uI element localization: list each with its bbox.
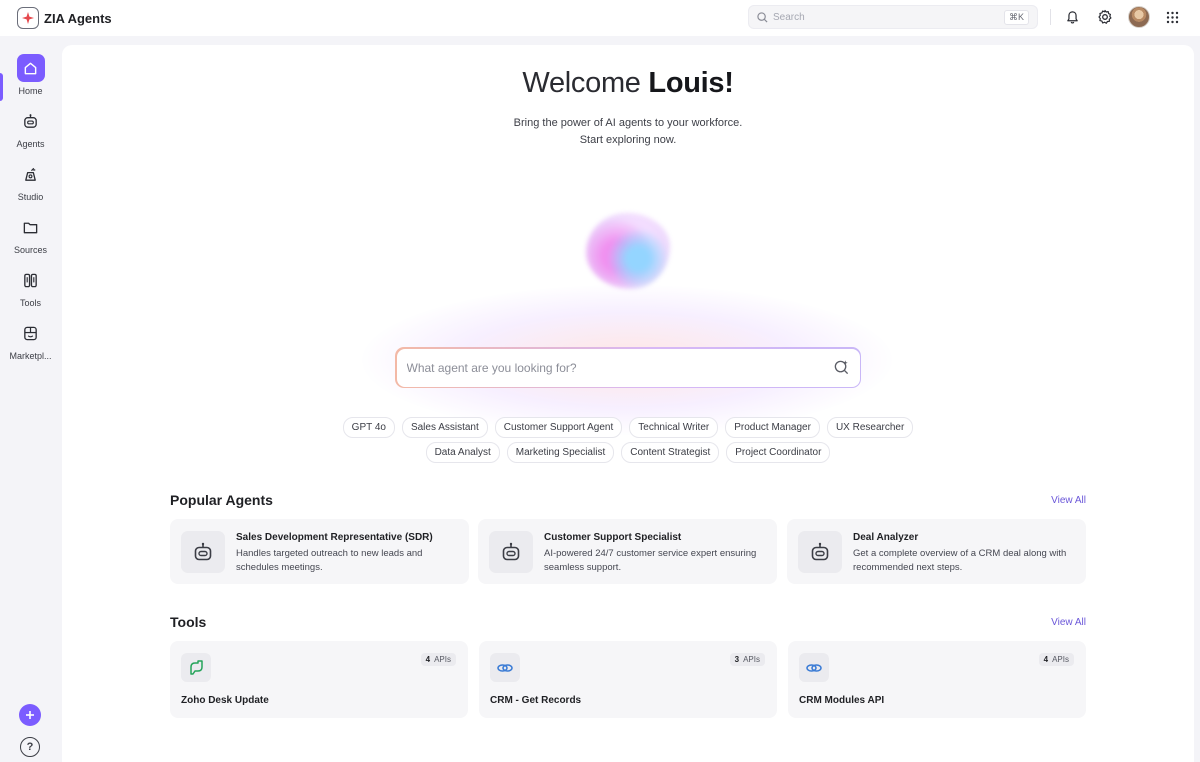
- api-count-badge: 4 APIs: [420, 653, 456, 666]
- suggestion-chip[interactable]: Technical Writer: [629, 417, 719, 438]
- user-avatar[interactable]: [1128, 6, 1150, 28]
- api-count-badge: 4 APIs: [1038, 653, 1074, 666]
- sidebar-item-label: Tools: [19, 298, 41, 308]
- agent-card-title: Customer Support Specialist: [544, 532, 682, 543]
- sidebar-item-label: Marketpl...: [9, 351, 52, 361]
- search-input[interactable]: [773, 11, 1004, 23]
- app-grid-icon[interactable]: [1163, 8, 1181, 26]
- popular-agents-view-all-link[interactable]: View All: [1051, 495, 1086, 506]
- tool-card-zoho-desk-update[interactable]: 4 APIs Zoho Desk Update: [170, 641, 468, 718]
- agent-search-input[interactable]: [406, 360, 833, 375]
- tool-card-crm-modules-api[interactable]: 4 APIs CRM Modules API: [788, 641, 1086, 718]
- agent-card-description: AI-powered 24/7 customer service expert …: [544, 548, 757, 573]
- welcome-prefix: Welcome: [522, 67, 641, 99]
- api-count-badge: 3 APIs: [729, 653, 765, 666]
- agent-card-description: Get a complete overview of a CRM deal al…: [853, 548, 1067, 573]
- api-label: APIs: [1052, 655, 1069, 664]
- agent-card-customer-support[interactable]: Customer Support Specialist AI-powered 2…: [478, 519, 777, 584]
- ai-search-icon[interactable]: [833, 359, 850, 376]
- page-title: Welcome Louis!: [62, 67, 1194, 100]
- suggestion-chip[interactable]: GPT 4o: [342, 417, 395, 438]
- sidebar-item-marketplace[interactable]: Marketpl...: [0, 319, 61, 369]
- tools-view-all-link[interactable]: View All: [1051, 617, 1086, 628]
- home-icon: [16, 54, 45, 82]
- robot-icon: [489, 531, 533, 573]
- api-label: APIs: [743, 655, 760, 664]
- agent-search-box[interactable]: [395, 347, 861, 388]
- agent-card-title: Deal Analyzer: [853, 532, 919, 543]
- suggestion-chip[interactable]: Product Manager: [725, 417, 820, 438]
- suggestion-chip[interactable]: Project Coordinator: [726, 442, 831, 463]
- popular-agents-title: Popular Agents: [170, 492, 273, 508]
- global-search[interactable]: ⌘K: [748, 5, 1038, 29]
- tools-icon: [17, 266, 45, 294]
- main-panel: Welcome Louis! Bring the power of AI age…: [62, 45, 1194, 762]
- help-icon[interactable]: ?: [20, 737, 40, 757]
- sidebar-item-label: Home: [18, 86, 43, 96]
- create-plus-button[interactable]: [19, 704, 41, 726]
- api-count: 4: [425, 655, 431, 664]
- page-subtitle: Bring the power of AI agents to your wor…: [62, 115, 1194, 149]
- sidebar: Home Agents Studio Sources Tools Marketp…: [0, 36, 61, 762]
- tool-card-title: Zoho Desk Update: [181, 695, 269, 706]
- sidebar-item-label: Agents: [16, 139, 45, 149]
- agent-card-title: Sales Development Representative (SDR): [236, 532, 433, 543]
- plus-icon: [26, 711, 34, 719]
- sidebar-item-label: Studio: [17, 192, 44, 202]
- top-bar: ZIA Agents ⌘K: [0, 0, 1200, 36]
- api-count: 4: [1043, 655, 1049, 664]
- notifications-bell-icon[interactable]: [1063, 8, 1081, 26]
- suggestion-chip[interactable]: Sales Assistant: [401, 417, 488, 438]
- tool-card-crm-get-records[interactable]: 3 APIs CRM - Get Records: [479, 641, 777, 718]
- zoho-desk-icon: [181, 653, 211, 682]
- api-label: APIs: [434, 655, 451, 664]
- crm-link-icon: [490, 653, 520, 682]
- tool-card-title: CRM - Get Records: [490, 695, 582, 706]
- suggestion-chip[interactable]: Customer Support Agent: [494, 417, 623, 438]
- studio-icon: [17, 160, 45, 188]
- robot-icon: [17, 107, 45, 135]
- ai-orb-graphic: [586, 213, 670, 289]
- search-icon: [757, 11, 768, 23]
- tool-card-title: CRM Modules API: [799, 695, 885, 706]
- sidebar-item-tools[interactable]: Tools: [0, 266, 61, 316]
- marketplace-icon: [17, 319, 45, 347]
- folder-icon: [17, 213, 45, 241]
- agent-card-sdr[interactable]: Sales Development Representative (SDR) H…: [170, 519, 469, 584]
- sidebar-item-agents[interactable]: Agents: [0, 107, 61, 157]
- search-shortcut: ⌘K: [1003, 9, 1029, 25]
- sidebar-item-sources[interactable]: Sources: [0, 213, 61, 263]
- zia-logo-icon: [17, 7, 39, 29]
- sidebar-item-label: Sources: [13, 245, 48, 255]
- user-name: Louis!: [648, 67, 734, 99]
- sidebar-item-studio[interactable]: Studio: [0, 160, 61, 210]
- robot-icon: [181, 531, 225, 573]
- suggestion-chips-row-1: GPT 4o Sales Assistant Customer Support Ag…: [62, 417, 1194, 438]
- brand[interactable]: ZIA Agents: [17, 7, 112, 29]
- crm-link-icon: [799, 653, 829, 682]
- agent-card-description: Handles targeted outreach to new leads a…: [236, 548, 423, 573]
- header-divider: [1050, 9, 1051, 25]
- robot-icon: [798, 531, 842, 573]
- suggestion-chip[interactable]: Content Strategist: [621, 442, 720, 463]
- suggestion-chip[interactable]: UX Researcher: [826, 417, 914, 438]
- agent-card-deal-analyzer[interactable]: Deal Analyzer Get a complete overview of…: [787, 519, 1086, 584]
- tools-title: Tools: [170, 614, 207, 630]
- suggestion-chip[interactable]: Data Analyst: [425, 442, 500, 463]
- app-name: ZIA Agents: [44, 10, 112, 26]
- sidebar-item-home[interactable]: Home: [0, 54, 61, 104]
- subtitle-line-2: Start exploring now.: [579, 134, 677, 146]
- suggestion-chips-row-2: Data Analyst Marketing Specialist Content …: [62, 442, 1194, 463]
- suggestion-chip[interactable]: Marketing Specialist: [506, 442, 615, 463]
- subtitle-line-1: Bring the power of AI agents to your wor…: [513, 117, 743, 129]
- api-count: 3: [734, 655, 740, 664]
- settings-gear-icon[interactable]: [1096, 8, 1114, 26]
